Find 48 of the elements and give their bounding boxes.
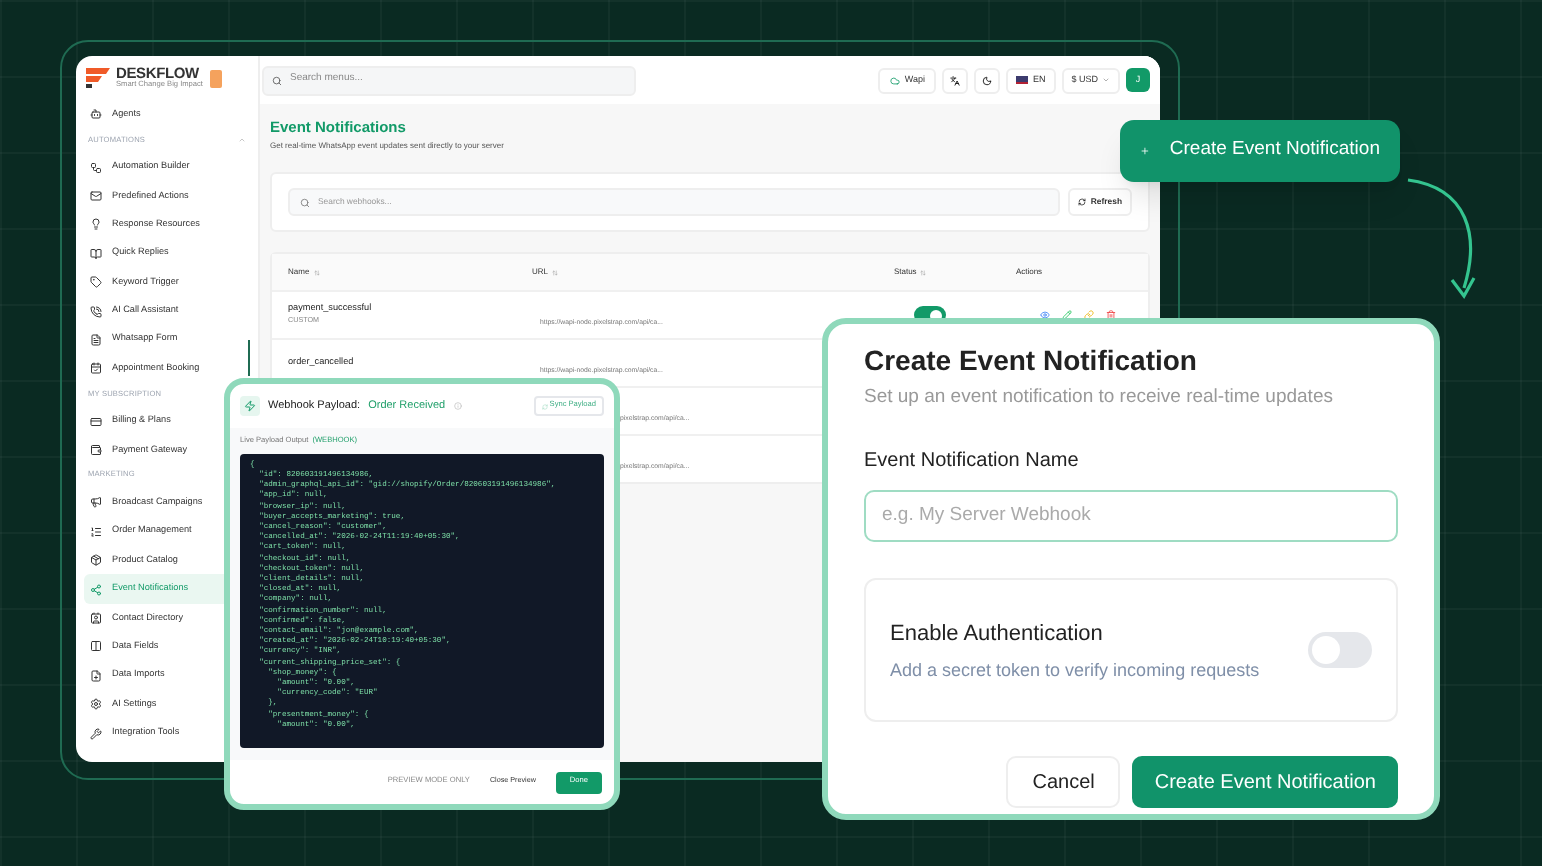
search-icon bbox=[300, 197, 310, 207]
connector-line bbox=[248, 340, 250, 376]
field-label: Event Notification Name bbox=[864, 448, 1081, 477]
flow-icon bbox=[90, 161, 102, 174]
search-icon bbox=[272, 75, 282, 85]
card-icon bbox=[90, 415, 102, 428]
file-plus-icon bbox=[90, 669, 102, 682]
bulb-icon bbox=[90, 218, 102, 231]
columns-icon bbox=[90, 640, 102, 653]
sort-icon bbox=[551, 269, 558, 275]
envelope-icon bbox=[90, 189, 102, 202]
view-icon[interactable] bbox=[1040, 310, 1050, 320]
toggle-switch[interactable] bbox=[1308, 632, 1372, 669]
gear-icon bbox=[90, 698, 102, 711]
dialog-subtitle: Set up an event notification to receive real-time updates bbox=[864, 384, 1335, 412]
logo-icon bbox=[86, 68, 110, 88]
wallet-icon bbox=[90, 444, 102, 457]
auth-description: Add a secret token to verify incoming requests bbox=[890, 657, 1262, 683]
refresh-icon bbox=[1078, 198, 1087, 206]
robot-icon bbox=[90, 108, 102, 121]
zap-icon bbox=[240, 396, 260, 416]
moon-icon bbox=[982, 75, 993, 85]
phone-icon bbox=[90, 305, 102, 318]
delete-icon[interactable] bbox=[1106, 310, 1116, 320]
sort-icon bbox=[920, 269, 927, 275]
document-icon bbox=[90, 333, 102, 346]
dialog-title: Create Event Notification bbox=[864, 342, 1199, 378]
list-icon bbox=[90, 525, 102, 538]
package-icon bbox=[90, 554, 102, 567]
create-notification-button[interactable]: Create Event Notification bbox=[1120, 120, 1400, 182]
contact-icon bbox=[90, 612, 102, 625]
submit-button[interactable]: Create Event Notification bbox=[1132, 756, 1398, 809]
sort-icon bbox=[313, 269, 320, 275]
theme-button[interactable] bbox=[974, 67, 1001, 93]
badge-icon bbox=[210, 69, 223, 87]
auth-title: Enable Authentication bbox=[890, 620, 1105, 650]
calendar-icon bbox=[90, 362, 102, 375]
megaphone-icon bbox=[90, 496, 102, 509]
refresh-icon bbox=[541, 403, 548, 409]
cloud-icon bbox=[890, 75, 901, 85]
flag-icon bbox=[1016, 76, 1029, 84]
translate-icon bbox=[950, 75, 961, 85]
book-icon bbox=[90, 247, 102, 260]
cancel-button[interactable]: Cancel bbox=[1006, 756, 1121, 809]
translate-button[interactable] bbox=[942, 67, 969, 93]
wrench-icon bbox=[90, 727, 102, 740]
share-icon bbox=[90, 583, 102, 596]
tag-icon bbox=[90, 276, 102, 289]
